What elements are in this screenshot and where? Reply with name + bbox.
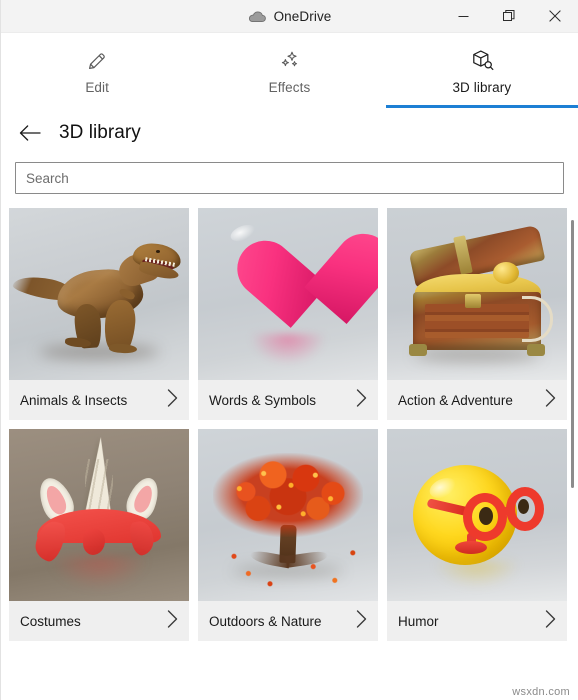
card-footer: Costumes	[9, 601, 189, 641]
search-bar	[1, 156, 578, 194]
card-footer: Words & Symbols	[198, 380, 378, 420]
card-footer: Outdoors & Nature	[198, 601, 378, 641]
chevron-right-icon	[167, 609, 178, 633]
app-title-group: OneDrive	[248, 9, 332, 24]
tab-effects-label: Effects	[268, 80, 311, 95]
thumbnail-unicorn-horn-headband	[9, 429, 189, 601]
onedrive-3d-library-window: OneDrive Edit Effects 3D library 3D libr…	[0, 0, 578, 700]
card-label: Words & Symbols	[209, 392, 317, 408]
close-button[interactable]	[532, 0, 578, 32]
vertical-scrollbar[interactable]	[570, 218, 576, 696]
card-label: Costumes	[20, 613, 81, 629]
back-arrow-icon[interactable]	[17, 120, 43, 146]
restore-button[interactable]	[486, 0, 532, 32]
card-label: Outdoors & Nature	[209, 613, 322, 629]
tab-3d-library-label: 3D library	[452, 80, 512, 95]
page-header: 3D library	[1, 106, 578, 156]
minimize-button[interactable]	[440, 0, 486, 32]
watermark: wsxdn.com	[512, 686, 570, 698]
card-label: Humor	[398, 613, 439, 629]
app-title: OneDrive	[273, 8, 332, 24]
library-card-humor[interactable]: Humor	[387, 429, 567, 641]
thumbnail-pink-heart	[198, 208, 378, 380]
library-card-words-symbols[interactable]: Words & Symbols	[198, 208, 378, 420]
scrollbar-thumb[interactable]	[571, 220, 574, 488]
chevron-right-icon	[545, 609, 556, 633]
pencil-icon	[85, 48, 109, 74]
chevron-right-icon	[167, 388, 178, 412]
tab-edit-label: Edit	[85, 80, 109, 95]
search-input[interactable]	[15, 162, 564, 194]
library-grid: Animals & Insects Words & Symbols Action…	[9, 208, 567, 641]
tab-edit[interactable]: Edit	[1, 33, 193, 106]
title-bar: OneDrive	[1, 0, 578, 33]
cube-search-icon	[469, 48, 495, 74]
library-card-costumes[interactable]: Costumes	[9, 429, 189, 641]
window-controls	[440, 0, 578, 32]
card-footer: Humor	[387, 601, 567, 641]
thumbnail-autumn-tree	[198, 429, 378, 601]
chevron-right-icon	[356, 388, 367, 412]
thumbnail-emoji-with-glasses	[387, 429, 567, 601]
page-title: 3D library	[59, 122, 141, 143]
tab-effects[interactable]: Effects	[193, 33, 385, 106]
library-card-action-adventure[interactable]: Action & Adventure	[387, 208, 567, 420]
card-footer: Action & Adventure	[387, 380, 567, 420]
thumbnail-t-rex-dinosaur	[9, 208, 189, 380]
tab-3d-library[interactable]: 3D library	[385, 33, 578, 108]
library-card-outdoors-nature[interactable]: Outdoors & Nature	[198, 429, 378, 641]
thumbnail-treasure-chest	[387, 208, 567, 380]
library-scroll-area: Animals & Insects Words & Symbols Action…	[1, 208, 578, 686]
library-card-animals-insects[interactable]: Animals & Insects	[9, 208, 189, 420]
card-label: Action & Adventure	[398, 392, 513, 408]
cloud-icon	[248, 10, 266, 23]
card-footer: Animals & Insects	[9, 380, 189, 420]
chevron-right-icon	[356, 609, 367, 633]
chevron-right-icon	[545, 388, 556, 412]
tab-bar: Edit Effects 3D library	[1, 33, 578, 108]
sparkles-icon	[277, 48, 301, 74]
card-label: Animals & Insects	[20, 392, 128, 408]
